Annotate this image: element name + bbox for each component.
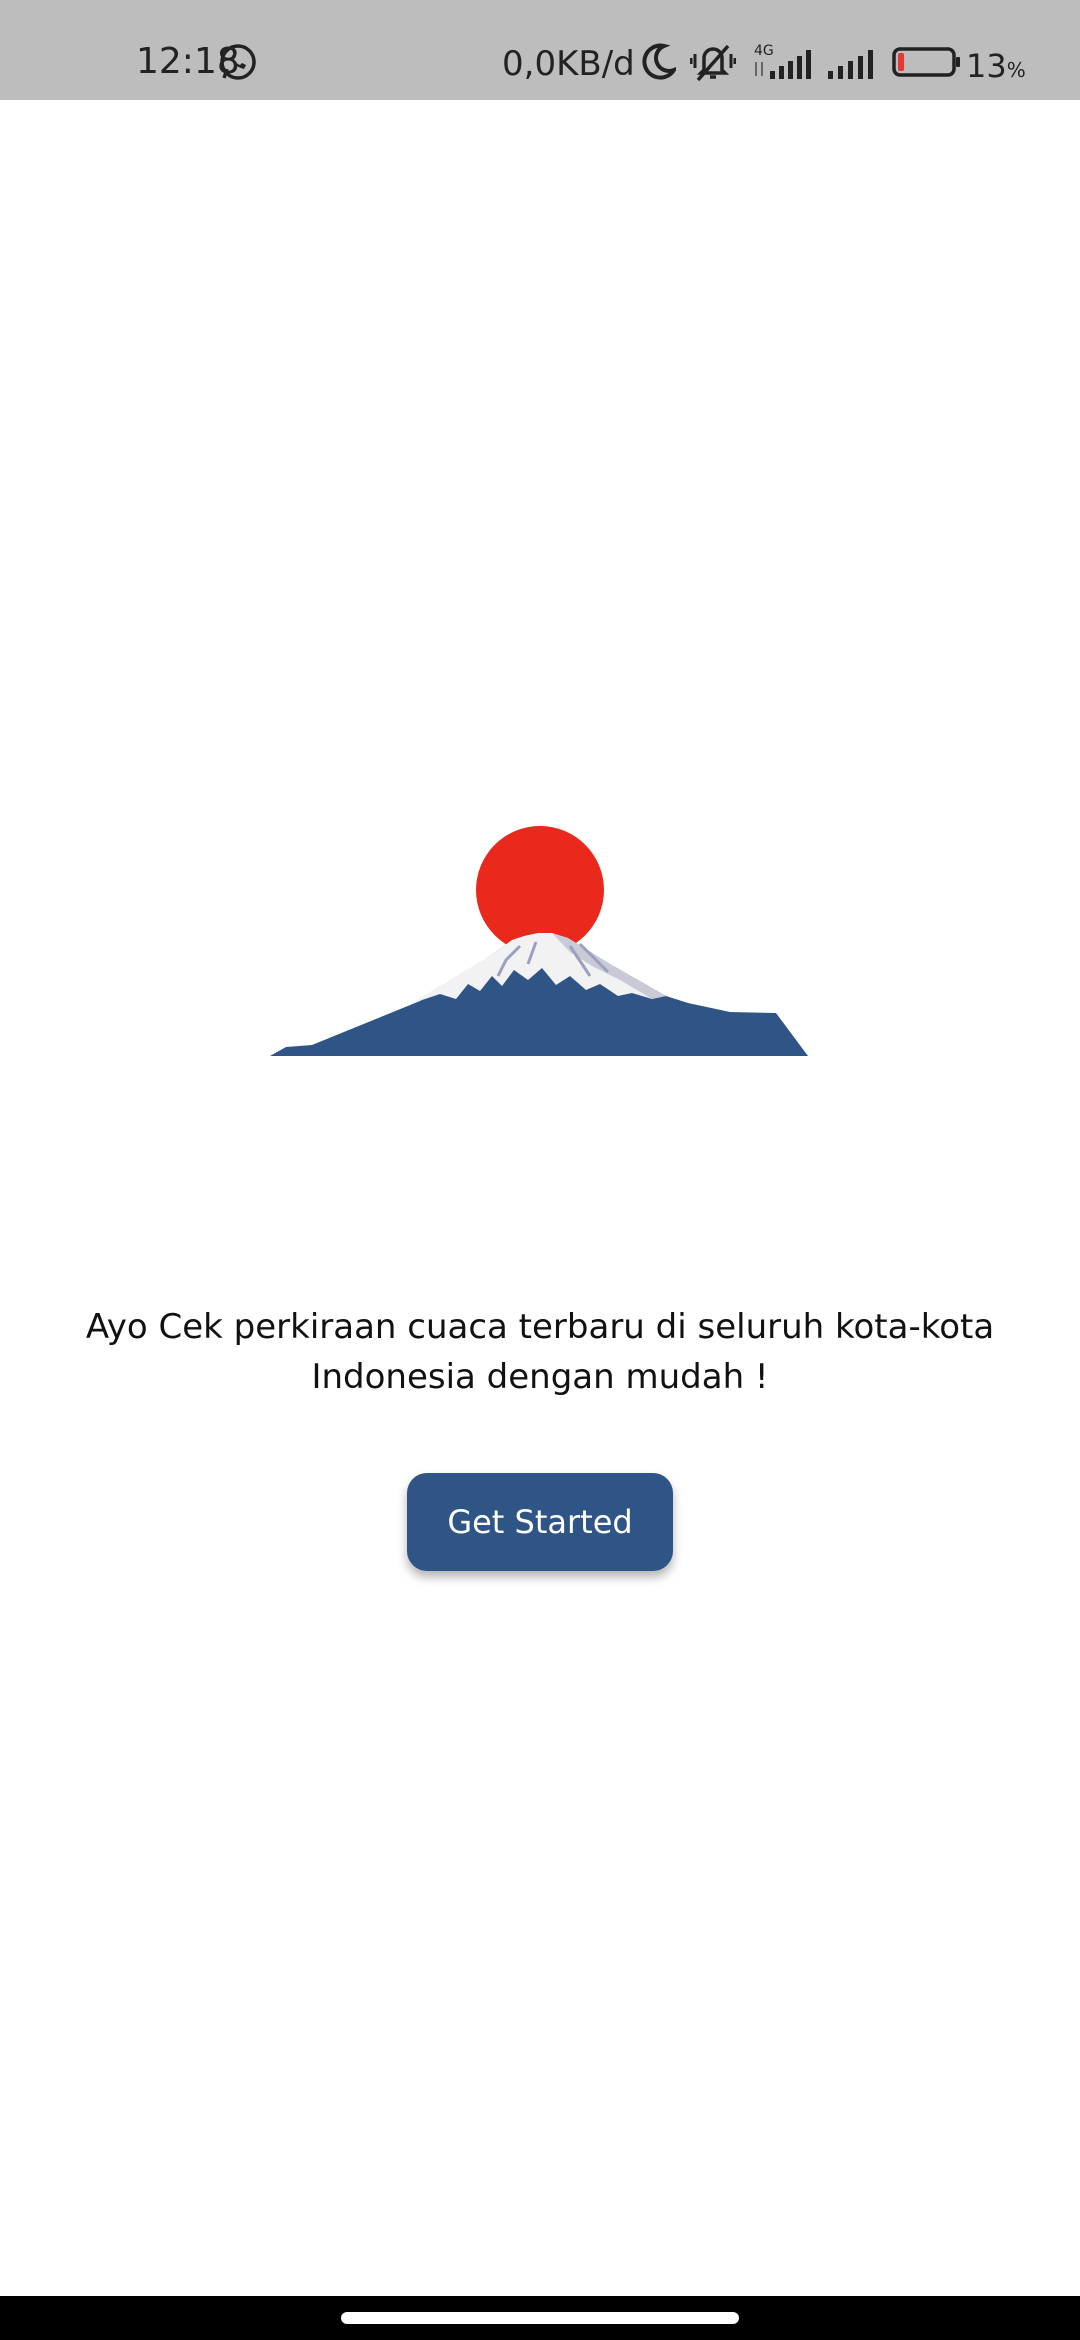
moon-icon xyxy=(642,43,676,80)
battery-percent: 13% xyxy=(966,47,1026,85)
status-bar: 12:18 0,0KB/d 4G 13% xyxy=(0,0,1080,100)
whatsapp-icon xyxy=(220,44,256,80)
get-started-button[interactable]: Get Started xyxy=(407,1473,673,1571)
main-content: Ayo Cek perkiraan cuaca terbaru di selur… xyxy=(0,100,1080,2296)
svg-text:4G: 4G xyxy=(754,43,774,59)
home-indicator[interactable] xyxy=(341,2312,739,2324)
network-speed: 0,0KB/d xyxy=(502,44,635,84)
navigation-bar xyxy=(0,2296,1080,2340)
tagline: Ayo Cek perkiraan cuaca terbaru di selur… xyxy=(85,1307,995,1397)
vibrate-silent-icon xyxy=(690,44,736,82)
battery-icon xyxy=(892,47,960,77)
signal-icon xyxy=(828,50,873,79)
mountain-sunrise-illustration xyxy=(270,826,808,1056)
signal-4g-icon: 4G xyxy=(754,43,811,79)
